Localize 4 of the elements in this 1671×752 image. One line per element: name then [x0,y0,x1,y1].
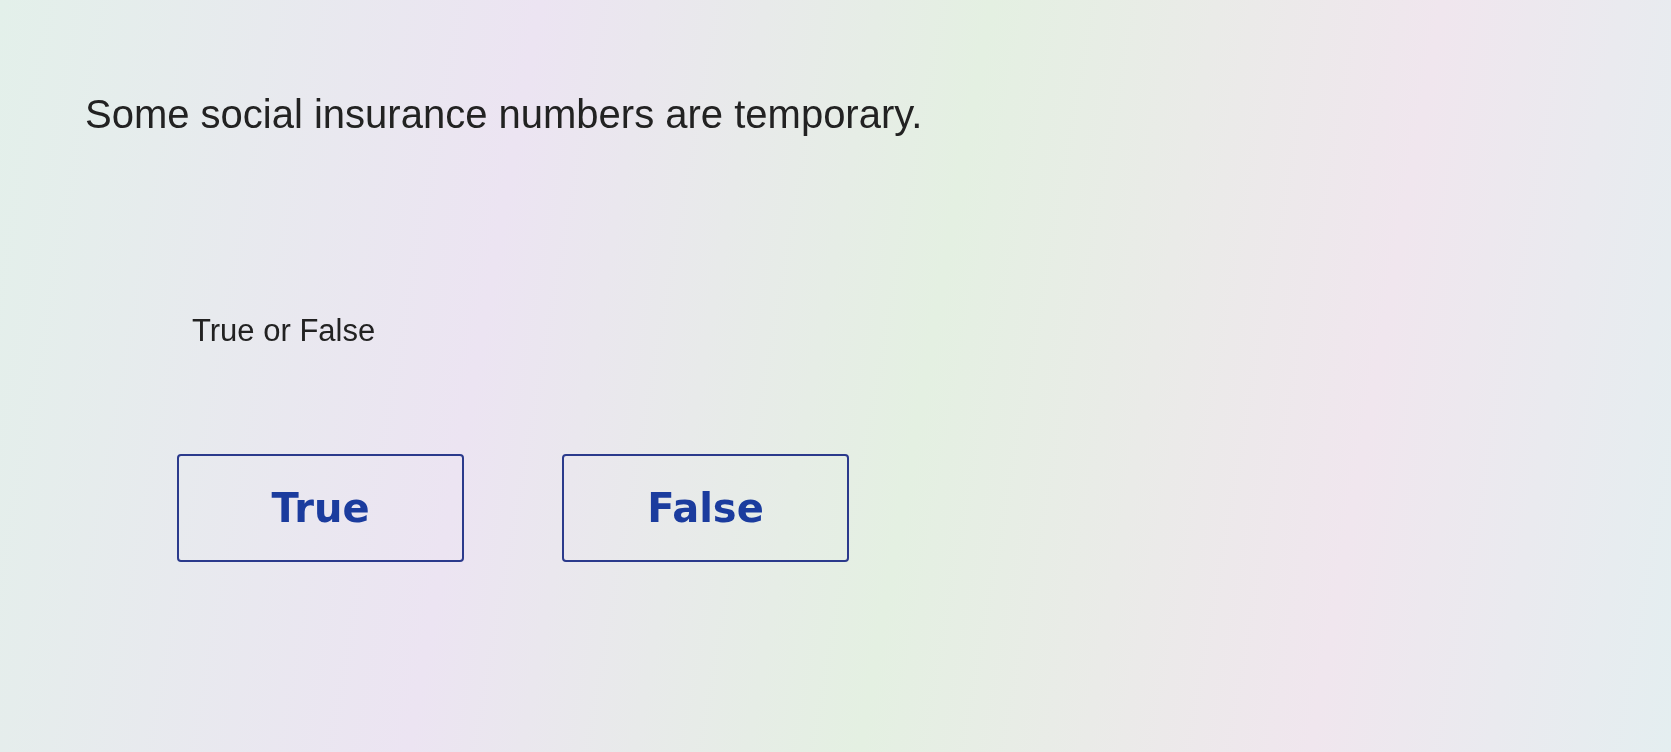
question-text: Some social insurance numbers are temporary. [85,91,923,138]
answer-option-button[interactable]: True [177,454,464,562]
prompt-text: True or False [192,312,376,350]
answer-option-button[interactable]: False [562,454,849,562]
